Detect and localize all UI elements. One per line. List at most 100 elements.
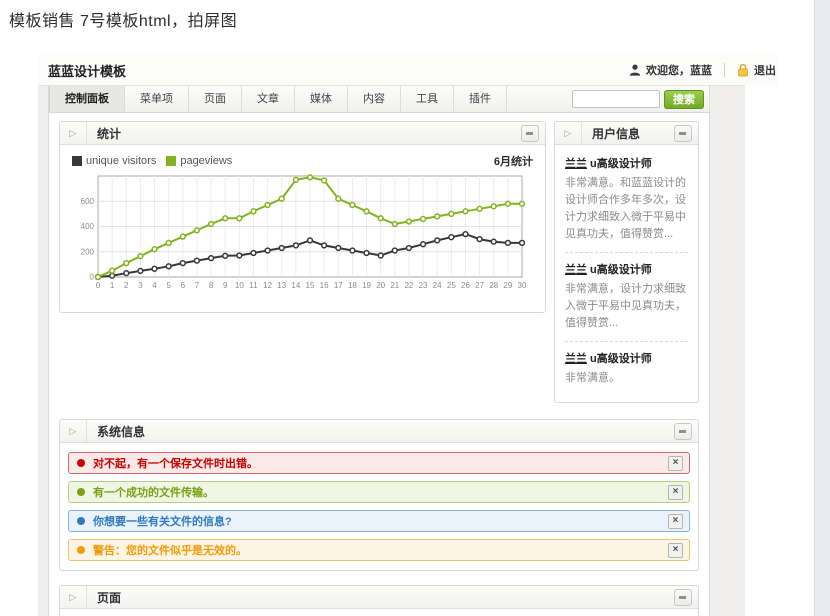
alert-text: 你想要一些有关文件的信息? — [93, 513, 232, 529]
close-icon[interactable]: × — [668, 456, 683, 471]
svg-text:12: 12 — [263, 281, 272, 290]
line-chart: 0200400600012345678910111213141516171819… — [72, 173, 531, 301]
chevron-right-icon[interactable]: ▷ — [60, 420, 87, 442]
tab-1[interactable]: 菜单项 — [125, 86, 189, 112]
svg-text:5: 5 — [166, 281, 171, 290]
close-icon[interactable]: × — [668, 514, 683, 529]
close-icon[interactable]: × — [668, 485, 683, 500]
alert-error: 对不起，有一个保存文件时出错。× — [68, 452, 690, 474]
alert-success: 有一个成功的文件传输。× — [68, 481, 690, 503]
legend-item: pageviews — [166, 155, 232, 167]
svg-text:3: 3 — [138, 281, 143, 290]
user-review-text: 非常满意。 — [565, 370, 688, 387]
user-name-link[interactable]: 兰兰 — [565, 158, 587, 170]
system-panel-title: 系统信息 — [87, 423, 145, 440]
user-review-title: 兰兰 u高级设计师 — [565, 261, 688, 277]
svg-text:20: 20 — [376, 281, 385, 290]
search-input[interactable] — [572, 90, 660, 108]
tab-0[interactable]: 控制面板 — [49, 86, 125, 112]
user-review-text: 非常满意。和蓝蓝设计的设计师合作多年多次，设计力求细致入微于平易中见真功夫，值得… — [565, 175, 688, 243]
svg-text:6: 6 — [181, 281, 186, 290]
user-name-link[interactable]: 兰兰 — [565, 353, 587, 365]
svg-text:9: 9 — [223, 281, 228, 290]
stats-panel-title: 统计 — [87, 125, 121, 142]
svg-text:25: 25 — [447, 281, 456, 290]
svg-text:600: 600 — [81, 197, 95, 206]
alert-text: 警告：您的文件似乎是无效的。 — [93, 542, 247, 558]
svg-text:2: 2 — [124, 281, 129, 290]
user-info-panel: ▷ 用户信息 兰兰 u高级设计师非常满意。和蓝蓝设计的设计师合作多年多次，设计力… — [554, 121, 699, 403]
user-review-item: 兰兰 u高级设计师非常满意，设计力求细致入微于平易中见真功夫，值得赞赏... — [565, 253, 688, 342]
legend-swatch — [72, 156, 82, 166]
user-panel-header: ▷ 用户信息 — [555, 122, 698, 145]
minimize-icon[interactable] — [674, 423, 692, 440]
stats-panel: ▷ 统计 unique visitorspageviews 6月统计 02004… — [59, 121, 546, 313]
svg-text:15: 15 — [306, 281, 315, 290]
dashboard-content: ▷ 统计 unique visitorspageviews 6月统计 02004… — [49, 113, 709, 616]
svg-text:0: 0 — [90, 273, 95, 282]
svg-text:22: 22 — [404, 281, 413, 290]
user-name-link[interactable]: 兰兰 — [565, 264, 587, 276]
svg-text:17: 17 — [334, 281, 343, 290]
svg-text:27: 27 — [475, 281, 484, 290]
user-icon — [629, 64, 641, 76]
svg-text:26: 26 — [461, 281, 470, 290]
pages-panel: ▷ 页面 标题状态创建日期作者 最新iphone APP界面设计欣赏在线2013… — [59, 585, 699, 616]
close-icon[interactable]: × — [668, 543, 683, 558]
welcome-link[interactable]: 欢迎您，蓝蓝 — [646, 62, 712, 78]
svg-text:0: 0 — [96, 281, 101, 290]
system-panel-header: ▷ 系统信息 — [60, 420, 698, 443]
svg-text:8: 8 — [209, 281, 214, 290]
system-info-panel: ▷ 系统信息 对不起，有一个保存文件时出错。× 有一个成功的文件传输。× 你想要一些… — [59, 419, 699, 571]
tab-7[interactable]: 插件 — [454, 86, 507, 112]
tab-4[interactable]: 媒体 — [295, 86, 348, 112]
chevron-right-icon[interactable]: ▷ — [60, 586, 87, 608]
alert-error-icon — [77, 459, 85, 467]
logout-link[interactable]: 退出 — [754, 62, 776, 78]
pages-body: 标题状态创建日期作者 最新iphone APP界面设计欣赏在线2013/03/2… — [60, 609, 698, 616]
user-role: u高级设计师 — [587, 353, 652, 365]
search-button[interactable]: 搜索 — [664, 90, 704, 109]
svg-text:11: 11 — [249, 281, 258, 290]
svg-text:1: 1 — [110, 281, 115, 290]
alert-list: 对不起，有一个保存文件时出错。× 有一个成功的文件传输。× 你想要一些有关文件的信息… — [60, 443, 698, 570]
svg-text:19: 19 — [362, 281, 371, 290]
svg-text:400: 400 — [81, 222, 95, 231]
legend-label: pageviews — [180, 155, 232, 167]
minimize-icon[interactable] — [521, 125, 539, 142]
chart-legend: unique visitors pageviews — [72, 155, 232, 167]
chart-top: unique visitorspageviews 6月统计 — [72, 153, 533, 169]
svg-text:23: 23 — [419, 281, 428, 290]
tab-5[interactable]: 内容 — [348, 86, 401, 112]
svg-text:7: 7 — [195, 281, 200, 290]
header-divider — [724, 63, 725, 77]
user-area: 欢迎您，蓝蓝 退出 — [629, 62, 776, 78]
svg-text:24: 24 — [433, 281, 442, 290]
pages-panel-header: ▷ 页面 — [60, 586, 698, 609]
alert-warning: 警告：您的文件似乎是无效的。 × — [68, 539, 690, 561]
user-role: u高级设计师 — [587, 158, 652, 170]
user-panel-title: 用户信息 — [582, 125, 640, 142]
tab-2[interactable]: 页面 — [189, 86, 242, 112]
page-title: 模板销售 7号模板html，拍屏图 — [9, 7, 237, 31]
user-review-text: 非常满意，设计力求细致入微于平易中见真功夫，值得赞赏... — [565, 281, 688, 332]
tabs: 控制面板菜单项页面文章媒体内容工具插件 — [49, 86, 507, 112]
chevron-right-icon[interactable]: ▷ — [60, 122, 87, 144]
right-edge-strip — [814, 0, 830, 616]
chevron-right-icon[interactable]: ▷ — [555, 122, 582, 144]
minimize-icon[interactable] — [674, 125, 692, 142]
tab-6[interactable]: 工具 — [401, 86, 454, 112]
tab-3[interactable]: 文章 — [242, 86, 295, 112]
legend-item: unique visitors — [72, 155, 156, 167]
svg-text:30: 30 — [518, 281, 527, 290]
minimize-icon[interactable] — [674, 589, 692, 606]
svg-text:14: 14 — [291, 281, 300, 290]
svg-text:18: 18 — [348, 281, 357, 290]
user-role: u高级设计师 — [587, 264, 652, 276]
top-row: ▷ 统计 unique visitorspageviews 6月统计 02004… — [59, 121, 699, 403]
user-review-title: 兰兰 u高级设计师 — [565, 350, 688, 366]
user-list: 兰兰 u高级设计师非常满意。和蓝蓝设计的设计师合作多年多次，设计力求细致入微于平… — [555, 145, 698, 402]
pages-panel-title: 页面 — [87, 589, 121, 606]
legend-swatch — [166, 156, 176, 166]
search-box: 搜索 — [572, 86, 709, 112]
